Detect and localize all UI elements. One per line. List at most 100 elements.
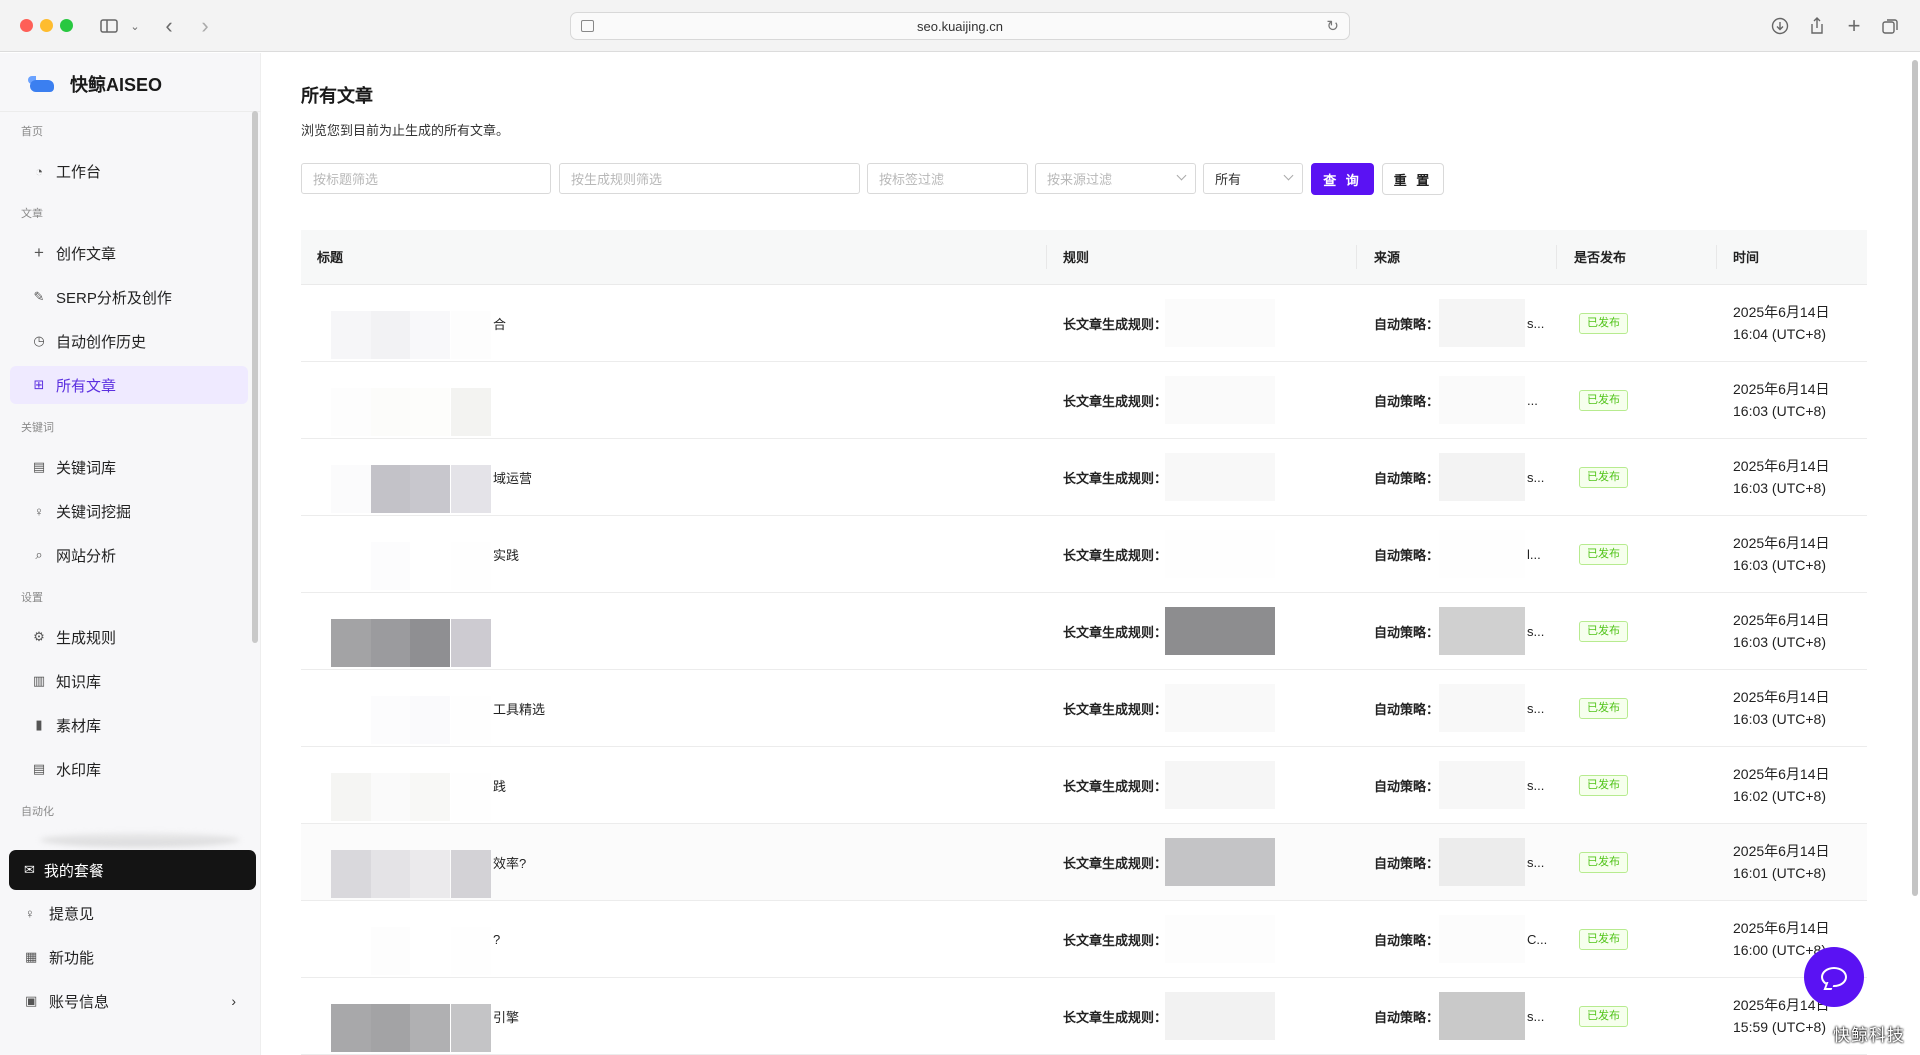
book-icon: ▥ [32,673,46,688]
table-row[interactable]: 长文章生成规则： 自动策略：... 已发布 2025年6月14日 16:03 (UTC+… [301,362,1867,439]
table-row[interactable]: 长文章生成规则： 自动策略： s... 已发布 2025年6月14日 16:03 (UTC… [301,593,1867,670]
tag-filter-input[interactable]: 按标签过滤 [867,163,1028,194]
sidebar-scrollbar[interactable] [252,111,258,643]
article-title[interactable]: 践 [493,747,506,824]
share-icon[interactable] [1807,13,1827,39]
sidebar-item-label: 素材库 [56,717,102,735]
sidebar-item-knowledge[interactable]: ▥ 知识库 [10,662,248,700]
article-rule: 长文章生成规则： [1063,317,1168,332]
table-row[interactable]: 践 长文章生成规则： 自动策略： s... 已发布 2025年6月14日 16:02 (UT… [301,747,1867,824]
redacted-block [1439,838,1525,886]
redacted-block [331,388,371,436]
title-filter-input[interactable]: 按标题筛选 [301,163,551,194]
redacted-block [1165,992,1275,1040]
brand-logo[interactable]: 快鲸AISEO [28,69,162,99]
feedback-button[interactable]: ♀ 提意见 [10,895,250,931]
sidebar-item-label: 创作文章 [56,245,117,263]
redacted-block [1165,761,1275,809]
my-plan-button[interactable]: ✉ 我的套餐 [9,850,256,890]
redacted-block [1165,299,1275,347]
redacted-block [331,696,371,744]
rule-filter-placeholder: 按生成规则筛选 [571,172,663,187]
back-icon[interactable]: ‹ [160,13,178,39]
article-title[interactable]: 实践 [493,516,519,593]
sidebar-item-workbench[interactable]: ◔ 工作台 [10,152,248,190]
sidebar-item-create-article[interactable]: + 创作文章 [10,234,248,272]
article-rule: 长文章生成规则： [1063,702,1168,717]
column-header-source: 来源 [1374,250,1401,265]
close-window-button[interactable] [20,19,33,32]
table-row[interactable]: 工具精选 长文章生成规则： 自动策略： s... 已发布 2025年6月14日 16:03 … [301,670,1867,747]
sidebar-item-label: 水印库 [56,761,102,779]
article-time: 2025年6月14日 16:01 (UTC+8) [1733,840,1830,884]
reset-button[interactable]: 重 置 [1382,163,1444,195]
new-features-button[interactable]: ▦ 新功能 [10,939,250,975]
page-scrollbar[interactable] [1912,60,1918,896]
minimize-window-button[interactable] [40,19,53,32]
article-rule: 长文章生成规则： [1063,779,1168,794]
sidebar-item-site-analysis[interactable]: ⌕ 网站分析 [10,536,248,574]
forward-icon[interactable]: › [196,13,214,39]
chevron-right-icon: › [231,993,236,1009]
account-info-button[interactable]: ▣ 账号信息 › [10,983,250,1019]
sidebar-item-auto-history[interactable]: ◷ 自动创作历史 [10,322,248,360]
query-button[interactable]: 查 询 [1311,163,1374,195]
sidebar-item-keyword-library[interactable]: ▤ 关键词库 [10,448,248,486]
column-divider [1556,245,1557,269]
sidebar-item-serp[interactable]: ✎ SERP分析及创作 [10,278,248,316]
chat-support-button[interactable] [1804,947,1864,1007]
status-badge: 已发布 [1579,621,1628,642]
sidebar-item-watermark[interactable]: ▤ 水印库 [10,750,248,788]
table-row[interactable]: 引擎 长文章生成规则： 自动策略： s... 已发布 2025年6月14日 15:59 (U… [301,978,1867,1055]
chevron-down-icon [1176,170,1187,181]
reload-icon[interactable]: ↻ [1326,17,1339,35]
redacted-block [331,465,371,513]
feedback-label: 提意见 [49,905,95,923]
article-title[interactable]: 效率? [493,824,526,901]
source-filter-select[interactable]: 按来源过滤 [1035,163,1196,194]
rule-filter-input[interactable]: 按生成规则筛选 [559,163,860,194]
sidebar-item-keyword-mining[interactable]: ♀ 关键词挖掘 [10,492,248,530]
article-rule: 长文章生成规则： [1063,625,1168,640]
sidebar-item-all-articles[interactable]: ⊞ 所有文章 [10,366,248,404]
tab-overview-icon[interactable] [1880,13,1900,39]
article-rule: 长文章生成规则： [1063,933,1168,948]
faded-sidebar-item [40,833,240,847]
redacted-block [371,465,411,513]
article-rule: 长文章生成规则： [1063,856,1168,871]
table-row[interactable]: 合 长文章生成规则： 自动策略： s... 已发布 2025年6月14日 16:04 (UT… [301,285,1867,362]
sidebar-item-materials[interactable]: ▮ 素材库 [10,706,248,744]
group-label-keyword: 关键词 [21,422,54,434]
table-row[interactable]: 域运营 长文章生成规则： 自动策略： s... 已发布 2025年6月14日 16:03 (… [301,439,1867,516]
table-row[interactable]: 实践 长文章生成规则： 自动策略： l... 已发布 2025年6月14日 16:03 (U… [301,516,1867,593]
redacted-block [371,388,411,436]
download-icon[interactable] [1770,13,1790,39]
article-title[interactable]: 引擎 [493,978,519,1055]
chevron-down-icon[interactable]: ⌄ [128,13,142,39]
redacted-block [1165,915,1275,963]
article-title[interactable]: 工具精选 [493,670,545,747]
article-title[interactable]: ? [493,901,500,978]
redacted-block [451,927,491,975]
new-tab-icon[interactable]: + [1844,13,1864,39]
sidebar-item-label: 自动创作历史 [56,333,147,351]
file-icon: ▤ [32,761,46,776]
article-title[interactable]: 域运营 [493,439,532,516]
article-source: 自动策略： [1374,394,1440,409]
zoom-window-button[interactable] [60,19,73,32]
table-row[interactable]: ? 长文章生成规则： 自动策略： C... 已发布 2025年6月14日 16:00 (UT… [301,901,1867,978]
source-filter-placeholder: 按来源过滤 [1047,172,1113,187]
table-row[interactable]: 效率? 长文章生成规则： 自动策略： s... 已发布 2025年6月14日 16:01 (… [301,824,1867,901]
redacted-block [1439,453,1525,501]
status-filter-select[interactable]: 所有 [1203,163,1303,194]
group-label-settings: 设置 [21,592,43,604]
sidebar-toggle-icon[interactable] [98,13,120,39]
redacted-block [1439,992,1525,1040]
sidebar-item-rules[interactable]: ⚙ 生成规则 [10,618,248,656]
redacted-block [1439,376,1525,424]
article-title[interactable]: 合 [493,285,506,362]
stack-icon: ▮ [35,717,43,732]
address-bar[interactable]: seo.kuaijing.cn ↻ [570,12,1350,40]
group-label-article: 文章 [21,208,43,220]
sidebar-item-label: 关键词库 [56,459,117,477]
